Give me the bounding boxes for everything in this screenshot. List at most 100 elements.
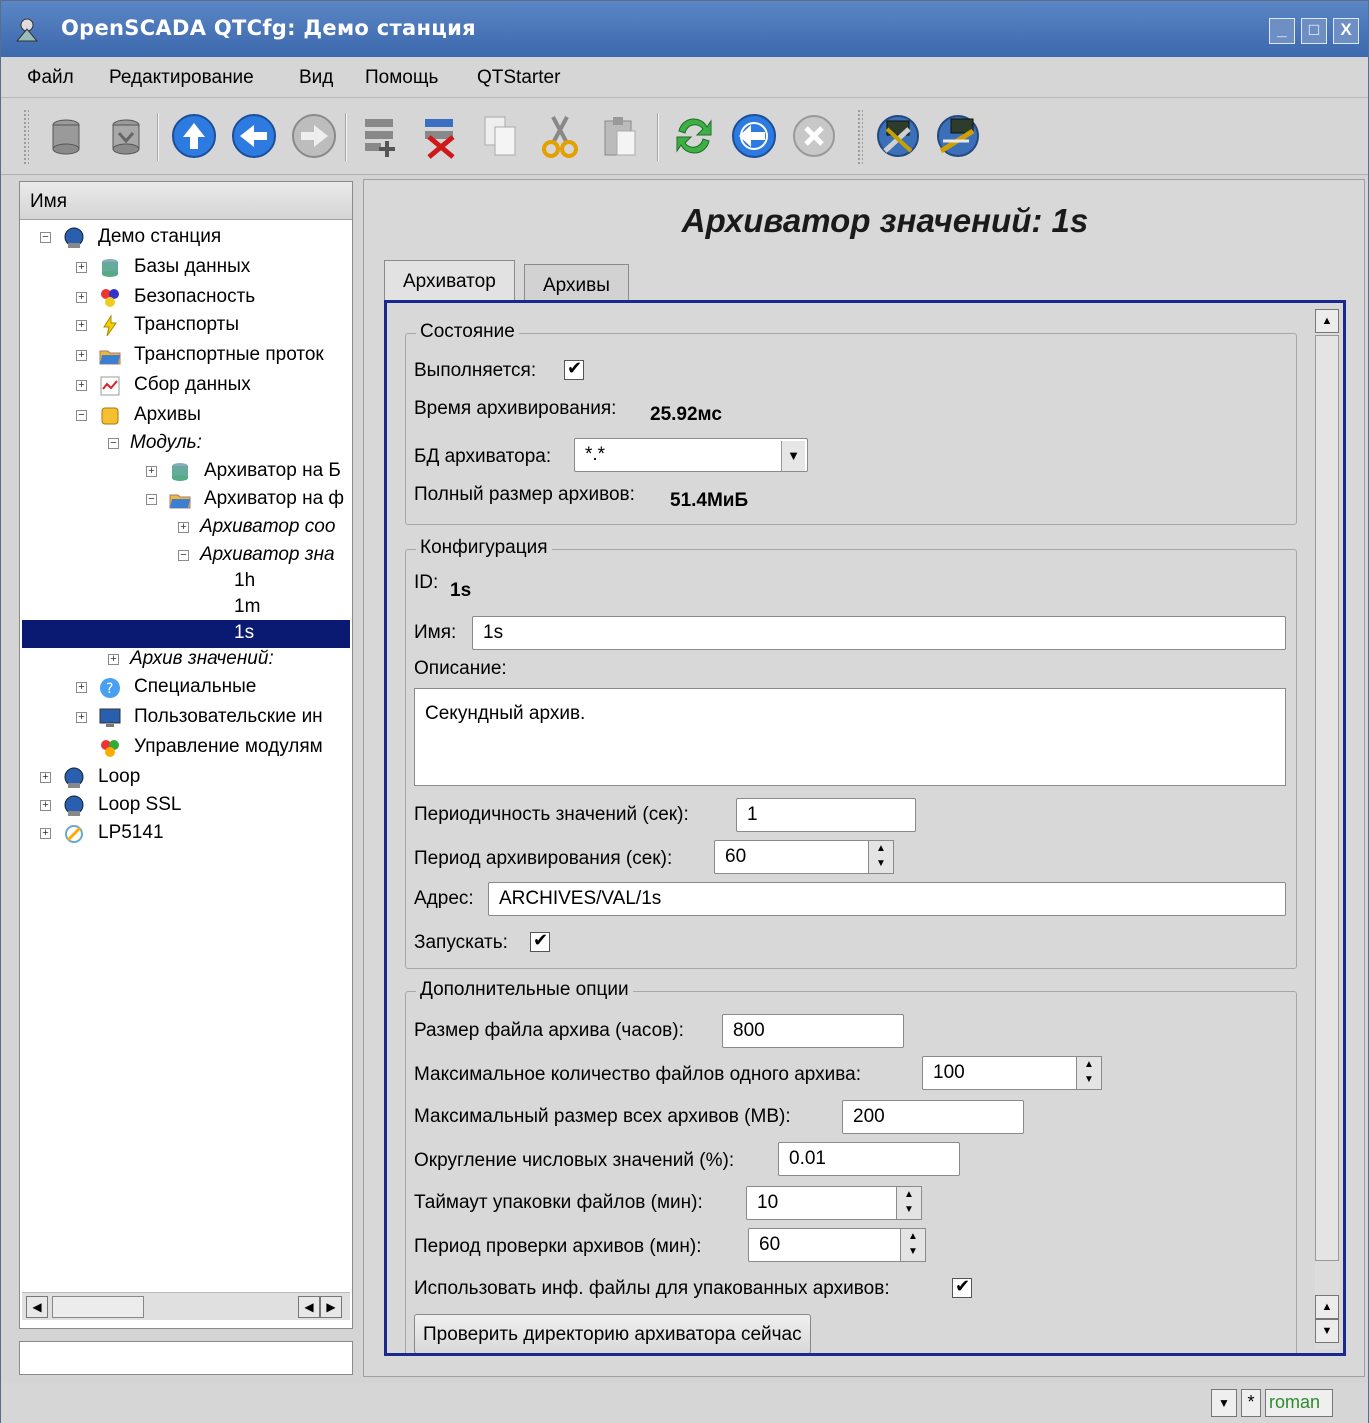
scroll-down-button[interactable]: ▼ — [1315, 1319, 1339, 1343]
scroll-right-button[interactable]: ▶ — [320, 1296, 342, 1318]
toolbar-grip[interactable] — [857, 109, 863, 165]
running-checkbox[interactable] — [564, 358, 584, 380]
tree-node[interactable]: Архиватор на Б — [204, 458, 341, 486]
expand-toggle[interactable]: + — [108, 654, 119, 665]
stop-icon[interactable] — [785, 107, 843, 165]
max-files-stepper[interactable]: ▲ ▼ — [1076, 1056, 1102, 1090]
collapse-toggle[interactable]: − — [178, 550, 189, 561]
tree-node[interactable]: 1h — [234, 568, 255, 596]
copy-icon[interactable] — [471, 107, 529, 165]
menu-view[interactable]: Вид — [299, 67, 333, 89]
expand-toggle[interactable]: + — [76, 712, 87, 723]
forward-icon[interactable] — [285, 107, 343, 165]
refresh-icon[interactable] — [665, 107, 723, 165]
tree-node[interactable]: Архиватор зна — [200, 542, 335, 570]
expand-toggle[interactable]: + — [76, 262, 87, 273]
tree-node[interactable]: Специальные — [134, 674, 256, 702]
autostart-checkbox[interactable] — [530, 930, 550, 952]
archiver-db-select[interactable]: *.* ▼ — [574, 438, 808, 472]
check-period-field[interactable]: 60 — [748, 1228, 902, 1262]
scroll-up-button[interactable]: ▲ — [1315, 309, 1339, 333]
add-item-icon[interactable] — [351, 107, 409, 165]
expand-toggle[interactable]: + — [76, 682, 87, 693]
tree-node[interactable]: Базы данных — [134, 254, 250, 282]
paste-icon[interactable] — [591, 107, 649, 165]
tree-node[interactable]: Loop SSL — [98, 792, 181, 820]
max-files-field[interactable]: 100 — [922, 1056, 1078, 1090]
tree-node[interactable]: Безопасность — [134, 284, 255, 312]
title-bar[interactable]: OpenSCADA QTCfg: Демо станция _ □ X — [1, 1, 1368, 57]
use-info-files-checkbox[interactable] — [952, 1276, 972, 1298]
db-load-icon[interactable] — [37, 107, 95, 165]
db-save-icon[interactable] — [97, 107, 155, 165]
expand-toggle[interactable]: + — [40, 800, 51, 811]
expand-toggle[interactable]: + — [178, 522, 189, 533]
expand-toggle[interactable]: + — [76, 320, 87, 331]
tree-node[interactable]: Сбор данных — [134, 372, 251, 400]
collapse-toggle[interactable]: − — [146, 494, 157, 505]
tree-node[interactable]: Модуль: — [130, 430, 202, 458]
scroll-up-button[interactable]: ▲ — [1315, 1295, 1339, 1319]
expand-toggle[interactable]: + — [76, 292, 87, 303]
up-icon[interactable] — [165, 107, 223, 165]
start-icon[interactable] — [725, 107, 783, 165]
scroll-thumb[interactable] — [52, 1296, 144, 1318]
scroll-thumb[interactable] — [1315, 335, 1339, 1261]
menu-help[interactable]: Помощь — [365, 67, 438, 89]
tree-node[interactable]: Пользовательские ин — [134, 704, 323, 732]
description-field[interactable]: Секундный архив. — [414, 688, 1286, 786]
tree-node[interactable]: Архиватор соо — [200, 514, 335, 542]
content-vertical-scrollbar[interactable]: ▲ ▲ ▼ — [1315, 309, 1339, 1349]
tree-node[interactable]: Транспорты — [134, 312, 239, 340]
value-period-field[interactable]: 1 — [736, 798, 916, 832]
network-tool-icon[interactable] — [929, 107, 987, 165]
collapse-toggle[interactable]: − — [40, 232, 51, 243]
check-period-stepper[interactable]: ▲ ▼ — [900, 1228, 926, 1262]
expand-toggle[interactable]: + — [40, 772, 51, 783]
check-archiver-dir-button[interactable]: Проверить директорию архиватора сейчас — [414, 1314, 811, 1353]
tree-column-header[interactable]: Имя — [20, 182, 352, 220]
chevron-down-icon[interactable]: ▼ — [781, 441, 805, 471]
expand-toggle[interactable]: + — [40, 828, 51, 839]
minimize-button[interactable]: _ — [1269, 18, 1295, 44]
pack-timeout-field[interactable]: 10 — [746, 1186, 898, 1220]
back-icon[interactable] — [225, 107, 283, 165]
collapse-toggle[interactable]: − — [76, 410, 87, 421]
tree-node[interactable]: Архиватор на ф — [204, 486, 344, 514]
menu-qtstarter[interactable]: QTStarter — [477, 67, 560, 89]
name-field[interactable]: 1s — [472, 616, 1286, 650]
toolbar-grip[interactable] — [23, 109, 29, 165]
tree-node[interactable]: Управление модулям — [134, 734, 323, 762]
tree-filter-input[interactable] — [19, 1341, 353, 1375]
tree-node[interactable]: LP5141 — [98, 820, 164, 848]
scroll-left-small-button[interactable]: ◀ — [298, 1296, 320, 1318]
scroll-left-button[interactable]: ◀ — [26, 1296, 48, 1318]
tree-horizontal-scrollbar[interactable]: ◀ ◀ ▶ — [22, 1292, 350, 1320]
collapse-toggle[interactable]: − — [108, 438, 119, 449]
expand-toggle[interactable]: + — [76, 350, 87, 361]
close-button[interactable]: X — [1333, 18, 1359, 44]
cut-icon[interactable] — [531, 107, 589, 165]
expand-toggle[interactable]: + — [146, 466, 157, 477]
tree-node[interactable]: Архивы — [134, 402, 201, 430]
address-field[interactable]: ARCHIVES/VAL/1s — [488, 882, 1286, 916]
menu-edit[interactable]: Редактирование — [109, 67, 254, 89]
file-size-field[interactable]: 800 — [722, 1014, 904, 1048]
archive-period-field[interactable]: 60 — [714, 840, 870, 874]
config-tool-icon[interactable] — [869, 107, 927, 165]
tree-node[interactable]: 1s — [22, 620, 350, 648]
pack-timeout-stepper[interactable]: ▲ ▼ — [896, 1186, 922, 1220]
maximize-button[interactable]: □ — [1301, 18, 1327, 44]
menu-file[interactable]: Файл — [27, 67, 74, 89]
expand-toggle[interactable]: + — [76, 380, 87, 391]
tree-node[interactable]: Архив значений: — [130, 646, 274, 674]
archive-period-stepper[interactable]: ▲ ▼ — [868, 840, 894, 874]
current-user[interactable]: roman — [1265, 1389, 1333, 1417]
max-size-field[interactable]: 200 — [842, 1100, 1024, 1134]
tree-node[interactable]: Транспортные проток — [134, 342, 324, 370]
tree-node[interactable]: Loop — [98, 764, 140, 792]
rounding-field[interactable]: 0.01 — [778, 1142, 960, 1176]
tree-node[interactable]: Демо станция — [98, 224, 221, 252]
tree-node[interactable]: 1m — [234, 594, 260, 622]
status-menu-button[interactable]: ▼ — [1211, 1389, 1237, 1417]
